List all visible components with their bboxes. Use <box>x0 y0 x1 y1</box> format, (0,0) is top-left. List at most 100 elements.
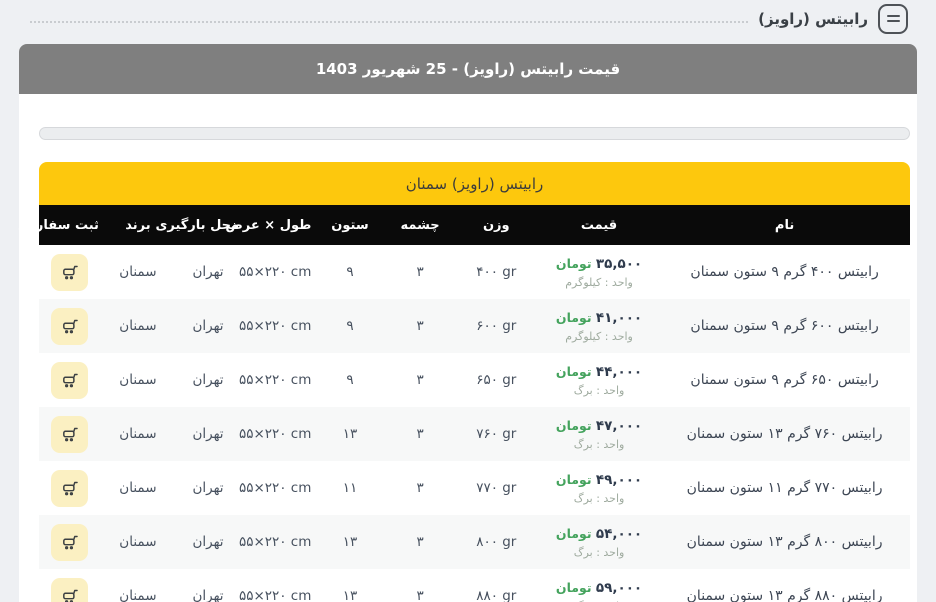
dimensions-value: ۵۵×۲۲۰ cm <box>238 588 312 602</box>
brand-value: سمنان <box>119 588 157 602</box>
weight-value: ۸۰۰ gr <box>476 534 517 550</box>
price-unit: واحد : برگ <box>573 491 625 505</box>
dimensions-value: ۵۵×۲۲۰ cm <box>238 426 312 442</box>
cell-product-name: رابیتس ۷۶۰ گرم ۱۳ ستون سمنان <box>659 407 910 461</box>
table-row: رابیتس ۶۰۰ گرم ۹ ستون سمنان ۴۱,۰۰۰ تومان… <box>39 299 910 353</box>
cheshmeh-value: ۳ <box>416 480 424 496</box>
table-row: رابیتس ۷۶۰ گرم ۱۳ ستون سمنان ۴۷,۰۰۰ توما… <box>39 407 910 461</box>
cell-loading-location: تهران <box>175 353 241 407</box>
horizontal-scrollbar[interactable] <box>39 127 910 140</box>
cell-dimensions: ۵۵×۲۲۰ cm <box>238 407 313 461</box>
column-header-name: نام <box>659 205 910 245</box>
brand-value: سمنان <box>119 534 157 550</box>
sotun-value: ۱۳ <box>342 534 358 550</box>
add-to-cart-button[interactable] <box>51 253 89 291</box>
cell-weight: ۶۰۰ gr <box>454 299 539 353</box>
cell-sotun: ۹ <box>313 353 386 407</box>
table-body: رابیتس ۴۰۰ گرم ۹ ستون سمنان ۳۵,۵۰۰ تومان… <box>39 245 910 602</box>
weight-value: ۷۶۰ gr <box>476 426 517 442</box>
weight-value: ۶۵۰ gr <box>476 372 517 388</box>
cell-weight: ۸۰۰ gr <box>454 515 539 569</box>
cell-sotun: ۱۳ <box>313 407 386 461</box>
product-name: رابیتس ۴۰۰ گرم ۹ ستون سمنان <box>690 264 879 280</box>
section-title-bar: رابیتس (راویز) سمنان <box>39 162 910 205</box>
cell-price: ۵۹,۰۰۰ تومان واحد : برگ <box>539 569 659 602</box>
cell-brand: سمنان <box>101 407 175 461</box>
cell-cheshmeh: ۳ <box>387 461 454 515</box>
cell-product-name: رابیتس ۶۰۰ گرم ۹ ستون سمنان <box>659 299 910 353</box>
cell-order <box>39 299 101 353</box>
cell-order <box>39 569 101 602</box>
cell-brand: سمنان <box>101 569 175 602</box>
cell-loading-location: تهران <box>175 569 241 602</box>
brand-value: سمنان <box>119 372 157 388</box>
price-value: ۴۱,۰۰۰ <box>595 309 643 326</box>
add-to-cart-button[interactable] <box>51 523 89 561</box>
cell-cheshmeh: ۳ <box>387 515 454 569</box>
cell-price: ۴۹,۰۰۰ تومان واحد : برگ <box>539 461 659 515</box>
cell-weight: ۷۶۰ gr <box>454 407 539 461</box>
cell-brand: سمنان <box>101 353 175 407</box>
cheshmeh-value: ۳ <box>416 588 424 602</box>
cart-icon <box>63 589 79 602</box>
cheshmeh-value: ۳ <box>416 318 424 334</box>
sotun-value: ۱۳ <box>342 588 358 602</box>
column-header-weight: وزن <box>453 205 539 245</box>
product-name: رابیتس ۶۵۰ گرم ۹ ستون سمنان <box>690 372 879 388</box>
column-header-loading: محل بارگیری <box>155 205 242 245</box>
cell-order <box>39 461 101 515</box>
dimensions-value: ۵۵×۲۲۰ cm <box>238 534 312 550</box>
page-title: رابیتس (راویز) <box>758 9 868 28</box>
cell-order <box>39 407 101 461</box>
add-to-cart-button[interactable] <box>51 577 89 602</box>
price-currency: تومان <box>555 471 592 487</box>
column-header-order: ثبت سفارش <box>18 205 101 245</box>
loading-location-value: تهران <box>192 534 224 550</box>
cell-cheshmeh: ۳ <box>387 299 454 353</box>
cell-dimensions: ۵۵×۲۲۰ cm <box>238 515 313 569</box>
product-name: رابیتس ۸۰۰ گرم ۱۳ ستون سمنان <box>686 534 883 550</box>
price-value: ۵۴,۰۰۰ <box>595 525 643 542</box>
price-table: نام قیمت وزن چشمه ستون طول × عرض محل بارگیری بر… <box>18 205 910 602</box>
brand-value: سمنان <box>119 426 157 442</box>
cell-weight: ۸۸۰ gr <box>454 569 539 602</box>
price-card: قیمت رابیتس (راویز) - 25 شهریور 1403 راب… <box>18 44 917 602</box>
menu-button[interactable] <box>878 3 908 34</box>
card-header-title: قیمت رابیتس (راویز) - 25 شهریور 1403 <box>315 60 621 78</box>
cell-loading-location: تهران <box>175 407 241 461</box>
dimensions-value: ۵۵×۲۲۰ cm <box>238 318 312 334</box>
cheshmeh-value: ۳ <box>416 534 424 550</box>
add-to-cart-button[interactable] <box>51 415 89 453</box>
cell-brand: سمنان <box>101 299 175 353</box>
cell-price: ۴۴,۰۰۰ تومان واحد : برگ <box>539 353 659 407</box>
section-title: رابیتس (راویز) سمنان <box>405 174 544 193</box>
add-to-cart-button[interactable] <box>51 469 89 507</box>
topbar: رابیتس (راویز) <box>0 0 936 34</box>
price-currency: تومان <box>555 363 592 379</box>
weight-value: ۷۷۰ gr <box>476 480 517 496</box>
product-name: رابیتس ۷۷۰ گرم ۱۱ ستون سمنان <box>686 480 883 496</box>
column-header-cheshmeh: چشمه <box>386 205 454 245</box>
add-to-cart-button[interactable] <box>51 307 89 345</box>
price-value: ۴۷,۰۰۰ <box>595 417 643 434</box>
cell-sotun: ۱۳ <box>313 569 386 602</box>
cell-product-name: رابیتس ۶۵۰ گرم ۹ ستون سمنان <box>659 353 910 407</box>
dimensions-value: ۵۵×۲۲۰ cm <box>238 372 312 388</box>
cell-sotun: ۹ <box>313 299 386 353</box>
price-value: ۴۴,۰۰۰ <box>595 363 643 380</box>
cell-sotun: ۱۱ <box>313 461 386 515</box>
cell-product-name: رابیتس ۸۰۰ گرم ۱۳ ستون سمنان <box>659 515 910 569</box>
price-currency: تومان <box>555 255 592 271</box>
page: رابیتس (راویز) قیمت رابیتس (راویز) - 25 … <box>0 0 936 602</box>
cell-weight: ۷۷۰ gr <box>454 461 539 515</box>
column-header-sotun: ستون <box>313 205 387 245</box>
column-header-dims: طول × عرض <box>225 205 314 245</box>
menu-icon <box>886 15 900 22</box>
add-to-cart-button[interactable] <box>51 361 89 399</box>
cell-cheshmeh: ۳ <box>387 407 454 461</box>
price-currency: تومان <box>555 579 592 595</box>
weight-value: ۶۰۰ gr <box>476 318 517 334</box>
price-currency: تومان <box>555 525 592 541</box>
price-value: ۵۹,۰۰۰ <box>595 579 643 596</box>
cell-dimensions: ۵۵×۲۲۰ cm <box>239 245 313 299</box>
